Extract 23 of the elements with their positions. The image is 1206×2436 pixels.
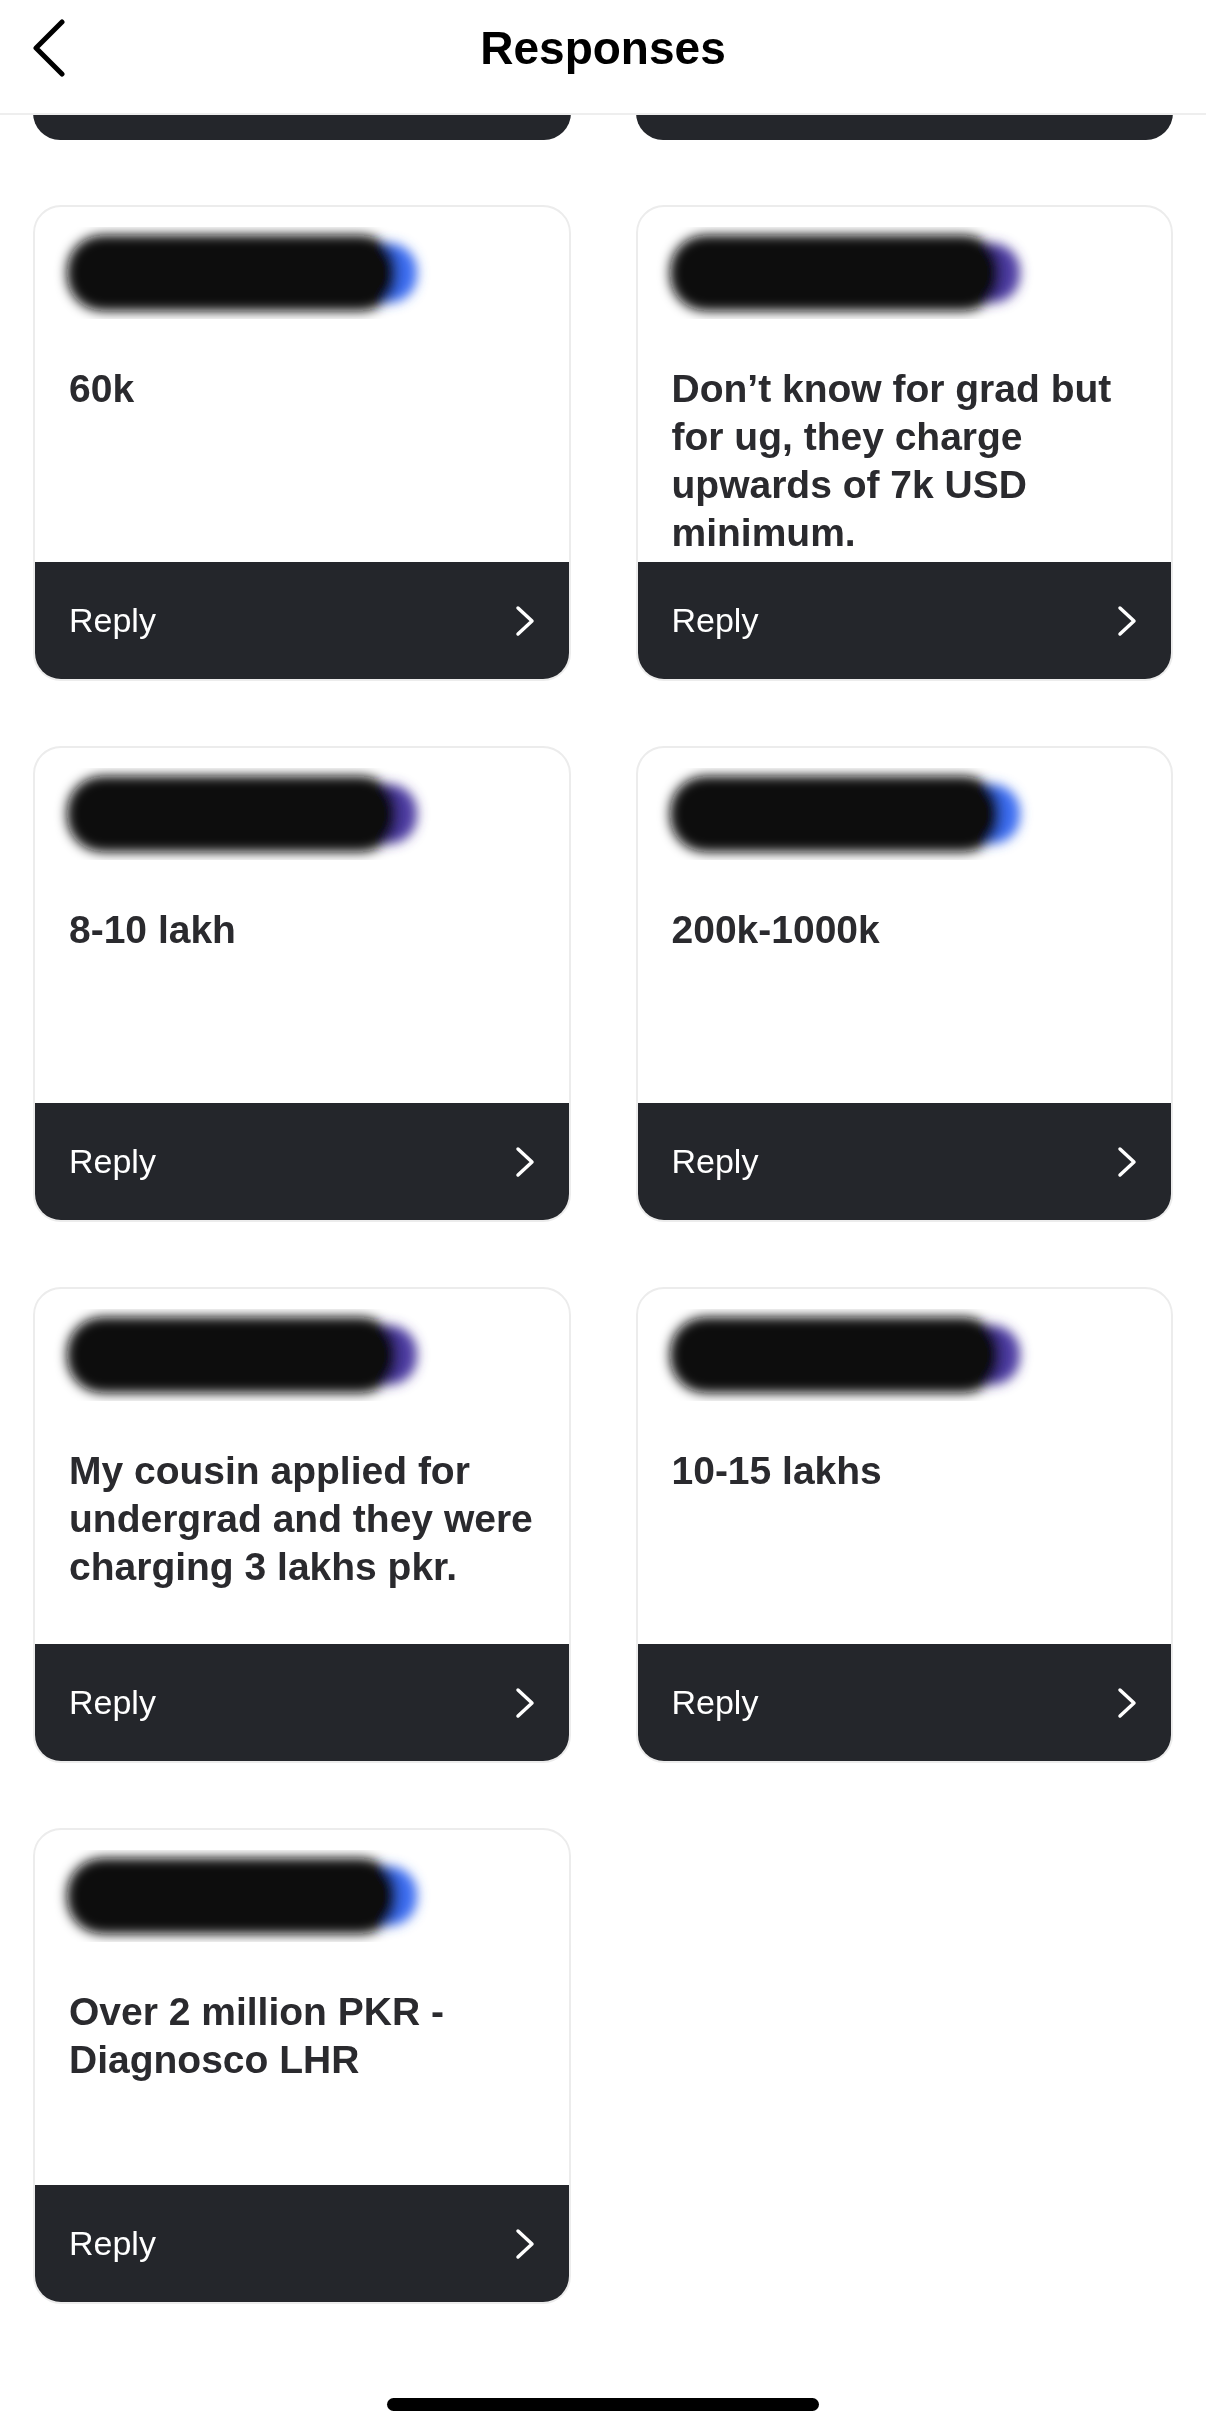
reply-button[interactable]: Reply — [35, 1644, 569, 1761]
reply-button[interactable]: Reply — [637, 562, 1171, 679]
reply-button[interactable]: Reply — [35, 562, 569, 679]
reply-button[interactable]: Reply — [637, 1103, 1171, 1220]
response-text: 10-15 lakhs — [670, 1448, 883, 1494]
response-text: My cousin applied for undergrad and they were charging 3 lakhs pkr. — [68, 1448, 534, 1590]
reply-button[interactable]: Reply — [637, 1644, 1171, 1761]
page-title: Responses — [480, 21, 726, 76]
response-text: 60k — [68, 366, 136, 412]
chevron-right-icon — [514, 2227, 535, 2260]
chevron-right-icon — [514, 1686, 535, 1719]
response-text: Over 2 million PKR - Diagnosco LHR — [68, 1989, 445, 2083]
response-text: 8-10 lakh — [68, 907, 237, 953]
back-chevron-icon — [30, 19, 66, 77]
chevron-right-icon — [514, 604, 535, 637]
reply-button[interactable]: Reply — [35, 2185, 569, 2302]
reply-button[interactable]: Reply — [35, 1103, 569, 1220]
response-text: 200k-1000k — [670, 907, 881, 953]
chevron-right-icon — [514, 1145, 535, 1178]
chevron-right-icon — [1117, 1145, 1137, 1178]
chevron-right-icon — [1117, 604, 1137, 637]
chevron-right-icon — [1117, 1686, 1137, 1719]
response-text: Don’t know for grad but for ug, they charge upwards of 7k USD minimum. — [670, 366, 1113, 556]
